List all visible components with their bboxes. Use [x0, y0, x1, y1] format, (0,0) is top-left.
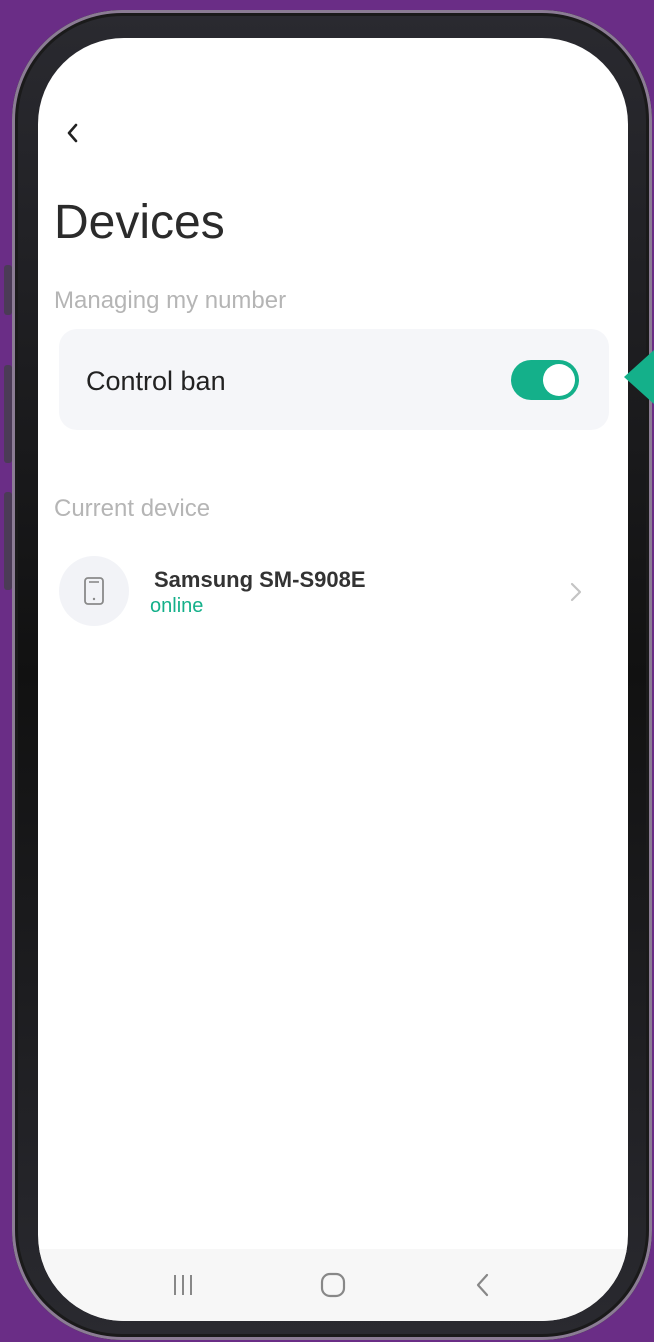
toggle-knob: [543, 364, 575, 396]
chevron-right-icon: [570, 582, 582, 602]
device-status: online: [150, 595, 204, 617]
chevron-left-icon: [67, 123, 78, 143]
section-label-current-device: Current device: [54, 495, 211, 522]
side-button-volume-up: [4, 365, 12, 463]
control-ban-toggle[interactable]: [511, 360, 579, 400]
section-label-managing: Managing my number: [54, 287, 287, 314]
device-row[interactable]: Samsung SM-S908E online: [38, 548, 628, 634]
device-name: Samsung SM-S908E: [154, 567, 366, 592]
device-avatar: [59, 556, 129, 626]
recents-icon: [174, 1275, 192, 1295]
pointer-arrow-icon: [624, 350, 654, 404]
side-button-volume-down: [4, 492, 12, 590]
screen: Devices Managing my number Control ban C…: [38, 38, 628, 1321]
system-navigation-bar: [38, 1249, 628, 1321]
nav-back-button[interactable]: [458, 1265, 508, 1305]
recents-button[interactable]: [158, 1265, 208, 1305]
control-ban-label: Control ban: [86, 366, 226, 396]
back-icon: [476, 1273, 489, 1297]
control-ban-card: Control ban: [59, 329, 609, 430]
home-button[interactable]: [308, 1265, 358, 1305]
back-button[interactable]: [58, 118, 88, 148]
home-icon: [320, 1272, 346, 1298]
phone-icon: [84, 577, 104, 605]
side-button-action: [4, 265, 12, 315]
page-title: Devices: [54, 196, 225, 249]
